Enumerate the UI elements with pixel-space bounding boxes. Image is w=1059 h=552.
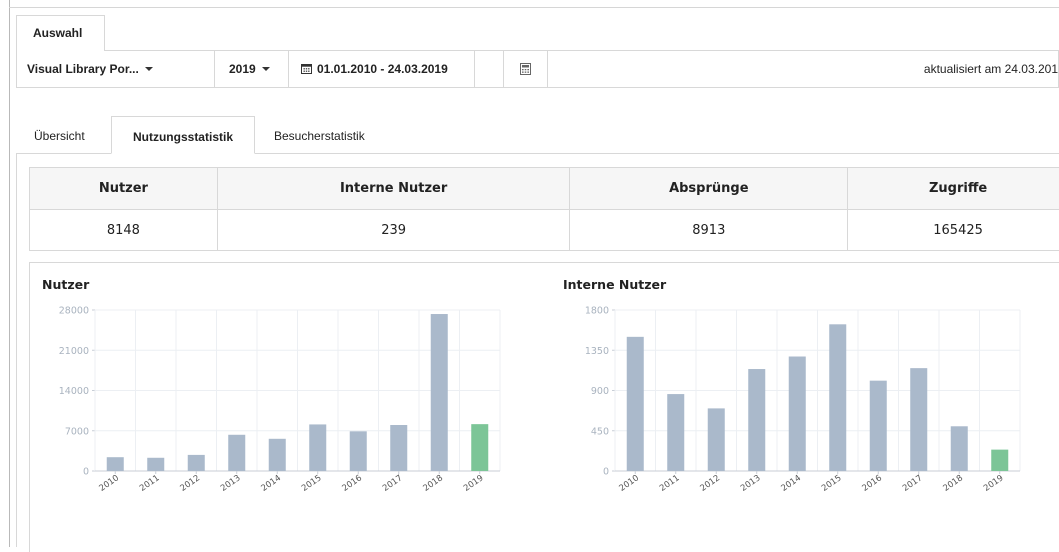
chart-title-interne-nutzer: Interne Nutzer xyxy=(563,277,666,292)
bar-2013[interactable] xyxy=(228,435,245,471)
empty-cell xyxy=(475,50,504,87)
chart-title-nutzer: Nutzer xyxy=(42,277,89,292)
tab-besucherstatistik[interactable]: Besucherstatistik xyxy=(274,116,365,154)
y-tick-label: 21000 xyxy=(59,346,89,357)
caret-down-icon xyxy=(145,67,153,71)
x-tick-label: 2012 xyxy=(179,473,202,494)
y-tick-label: 14000 xyxy=(59,386,89,397)
tab-nutzungsstatistik[interactable]: Nutzungsstatistik xyxy=(111,116,255,154)
y-tick-label: 450 xyxy=(591,426,609,437)
bar-2016[interactable] xyxy=(350,431,367,471)
updated-info: aktualisiert am 24.03.201 xyxy=(548,50,1058,87)
y-tick-label: 900 xyxy=(591,386,609,397)
bar-2011[interactable] xyxy=(667,394,684,471)
y-tick-label: 0 xyxy=(603,467,609,478)
x-tick-label: 2018 xyxy=(422,473,445,494)
x-tick-label: 2015 xyxy=(820,473,843,494)
bar-2015[interactable] xyxy=(309,424,326,471)
bar-2019[interactable] xyxy=(991,450,1008,471)
bar-2012[interactable] xyxy=(188,455,205,471)
y-tick-label: 7000 xyxy=(65,426,89,437)
y-tick-label: 1350 xyxy=(585,346,609,357)
page-frame-left xyxy=(9,0,10,547)
calendar-icon xyxy=(301,63,312,74)
stats-header-row: Nutzer Interne Nutzer Absprünge Zugriffe xyxy=(30,168,1059,210)
y-tick-label: 28000 xyxy=(59,306,89,317)
content-frame xyxy=(16,153,17,547)
stats-header: Absprünge xyxy=(570,168,848,210)
bar-2010[interactable] xyxy=(107,457,124,471)
stats-header: Interne Nutzer xyxy=(217,168,570,210)
stats-value: 239 xyxy=(217,210,570,251)
stats-value: 165425 xyxy=(848,210,1059,251)
x-tick-label: 2017 xyxy=(381,473,404,494)
bar-2015[interactable] xyxy=(829,324,846,471)
bar-2017[interactable] xyxy=(390,425,407,471)
bar-2017[interactable] xyxy=(910,368,927,471)
date-range-picker[interactable]: 01.01.2010 - 24.03.2019 xyxy=(289,50,475,87)
x-tick-label: 2013 xyxy=(219,473,242,494)
page-frame-top xyxy=(9,7,1059,8)
stats-value-row: 8148 239 8913 165425 xyxy=(30,210,1059,251)
caret-down-icon xyxy=(262,67,270,71)
x-tick-label: 2013 xyxy=(739,473,762,494)
x-tick-label: 2017 xyxy=(901,473,924,494)
bar-2018[interactable] xyxy=(431,314,448,471)
portal-dropdown[interactable]: Visual Library Por... xyxy=(17,50,215,87)
x-tick-label: 2015 xyxy=(300,473,323,494)
stats-header: Nutzer xyxy=(30,168,218,210)
selection-bar: Visual Library Por... 2019 01.01.2010 - … xyxy=(16,50,1059,88)
bar-2019[interactable] xyxy=(471,424,488,471)
x-tick-label: 2019 xyxy=(982,473,1005,494)
x-tick-label: 2014 xyxy=(780,473,803,494)
stats-header: Zugriffe xyxy=(848,168,1059,210)
bar-2012[interactable] xyxy=(708,408,725,471)
bar-2018[interactable] xyxy=(951,426,968,471)
tab-uebersicht[interactable]: Übersicht xyxy=(34,116,85,154)
calculator-icon xyxy=(520,63,531,75)
tab-auswahl[interactable]: Auswahl xyxy=(16,15,105,51)
bar-2014[interactable] xyxy=(789,357,806,471)
x-tick-label: 2019 xyxy=(462,473,485,494)
calculator-button[interactable] xyxy=(504,50,548,87)
x-tick-label: 2011 xyxy=(138,473,161,494)
year-dropdown-label: 2019 xyxy=(229,62,256,76)
y-tick-label: 0 xyxy=(83,467,89,478)
x-tick-label: 2012 xyxy=(699,473,722,494)
bar-2010[interactable] xyxy=(627,337,644,471)
x-tick-label: 2018 xyxy=(942,473,965,494)
chart-nutzer: 0 7000 14000 21000 28000 2010 2011 2012 2013 2014… xyxy=(40,298,520,528)
x-tick-label: 2010 xyxy=(618,473,641,494)
x-tick-label: 2014 xyxy=(260,473,283,494)
x-tick-label: 2011 xyxy=(658,473,681,494)
stats-value: 8913 xyxy=(570,210,848,251)
date-range-label: 01.01.2010 - 24.03.2019 xyxy=(317,62,448,76)
bar-2011[interactable] xyxy=(147,458,164,471)
x-tick-label: 2016 xyxy=(341,473,364,494)
year-dropdown[interactable]: 2019 xyxy=(215,50,289,87)
portal-dropdown-label: Visual Library Por... xyxy=(27,62,139,76)
bar-2014[interactable] xyxy=(269,439,286,471)
x-tick-label: 2010 xyxy=(98,473,121,494)
x-tick-label: 2016 xyxy=(861,473,884,494)
chart-interne-nutzer: 0 450 900 1350 1800 2010 2011 2012 2013 2014 2015 2… xyxy=(560,298,1040,528)
stats-value: 8148 xyxy=(30,210,218,251)
stats-table: Nutzer Interne Nutzer Absprünge Zugriffe… xyxy=(29,167,1059,251)
bar-2016[interactable] xyxy=(870,381,887,471)
bar-2013[interactable] xyxy=(748,369,765,471)
y-tick-label: 1800 xyxy=(585,306,609,317)
